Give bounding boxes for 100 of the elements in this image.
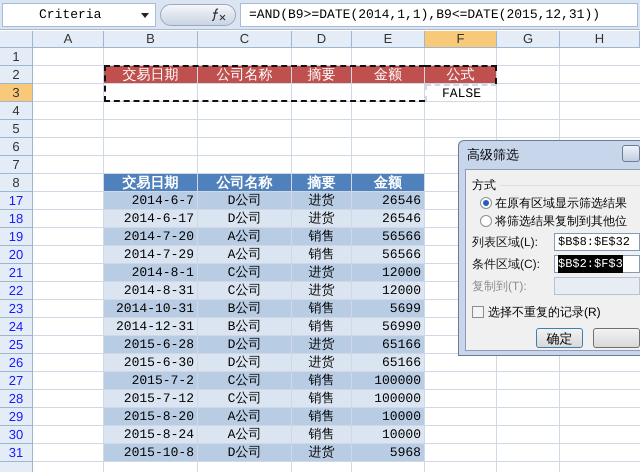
row-header[interactable]: 5 <box>0 120 33 138</box>
table-cell: D公司 <box>198 444 292 462</box>
table-cell: 销售 <box>292 300 352 318</box>
row-header[interactable]: 22 <box>0 282 33 300</box>
table-cell: A公司 <box>198 246 292 264</box>
table-cell: 100000 <box>352 390 425 408</box>
table-cell: 100000 <box>352 372 425 390</box>
column-header[interactable]: A <box>33 31 104 48</box>
group-label: 方式 <box>472 177 496 194</box>
field-label: 条件区域(C): <box>472 256 541 272</box>
table-cell: 2015-10-8 <box>104 444 198 462</box>
column-header[interactable]: F <box>425 31 497 48</box>
table-header-cell: 摘要 <box>292 66 352 84</box>
table-cell: 56566 <box>352 228 425 246</box>
table-cell: A公司 <box>198 228 292 246</box>
row-header[interactable]: 3 <box>0 84 33 102</box>
field-label: 复制到(T): <box>472 278 528 294</box>
row-header[interactable]: 8 <box>0 174 33 192</box>
row-header[interactable]: 28 <box>0 390 33 408</box>
input-field[interactable]: $B$8:$E$32 <box>554 232 640 250</box>
table-cell: 进货 <box>292 192 352 210</box>
table-cell: A公司 <box>198 426 292 444</box>
radio-button[interactable] <box>480 197 492 209</box>
table-cell: 2015-8-20 <box>104 408 198 426</box>
dialog-button[interactable] <box>593 328 640 348</box>
table-cell: 销售 <box>292 390 352 408</box>
row-header[interactable]: 23 <box>0 300 33 318</box>
radio-button[interactable] <box>480 215 492 227</box>
table-cell: 2014-7-29 <box>104 246 198 264</box>
row-header[interactable]: 30 <box>0 426 33 444</box>
row-header[interactable]: 21 <box>0 264 33 282</box>
row-header[interactable]: 7 <box>0 156 33 174</box>
row-header[interactable]: 2 <box>0 66 33 84</box>
column-header[interactable]: E <box>352 31 425 48</box>
table-cell: 销售 <box>292 372 352 390</box>
table-cell: D公司 <box>198 336 292 354</box>
row-header[interactable]: 6 <box>0 138 33 156</box>
table-cell: 进货 <box>292 210 352 228</box>
column-header[interactable]: H <box>560 31 640 48</box>
table-header-cell: 金额 <box>352 174 425 192</box>
table-cell: 2015-7-12 <box>104 390 198 408</box>
table-cell: 26546 <box>352 192 425 210</box>
row-header[interactable]: 29 <box>0 408 33 426</box>
table-cell: C公司 <box>198 372 292 390</box>
row-header[interactable]: 4 <box>0 102 33 120</box>
row-header[interactable]: 25 <box>0 336 33 354</box>
table-cell: 进货 <box>292 336 352 354</box>
table-cell: 5699 <box>352 300 425 318</box>
table-cell: 销售 <box>292 318 352 336</box>
row-header[interactable]: 26 <box>0 354 33 372</box>
dropdown-icon <box>141 12 149 18</box>
column-header[interactable]: G <box>497 31 560 48</box>
table-cell: 5968 <box>352 444 425 462</box>
table-cell: 销售 <box>292 228 352 246</box>
table-cell: 2015-6-30 <box>104 354 198 372</box>
table-cell: D公司 <box>198 192 292 210</box>
row-header[interactable]: 18 <box>0 210 33 228</box>
row-header[interactable]: 17 <box>0 192 33 210</box>
radio-label: 在原有区域显示筛选结果 <box>495 195 627 212</box>
table-cell: 2015-6-28 <box>104 336 198 354</box>
input-field[interactable]: $B$2:$F$3 <box>554 254 640 272</box>
radio-label: 将筛选结果复制到其他位 <box>495 213 627 230</box>
table-header-cell: 交易日期 <box>104 174 198 192</box>
table-cell: C公司 <box>198 264 292 282</box>
ok-button[interactable]: 确定 <box>536 328 583 348</box>
checkbox-label: 选择不重复的记录(R) <box>488 304 601 321</box>
table-cell: 2014-8-1 <box>104 264 198 282</box>
table-cell: D公司 <box>198 210 292 228</box>
table-cell: C公司 <box>198 282 292 300</box>
function-icon <box>211 8 227 21</box>
table-cell: 12000 <box>352 282 425 300</box>
table-cell: A公司 <box>198 408 292 426</box>
column-header[interactable]: C <box>198 31 292 48</box>
table-cell: 65166 <box>352 354 425 372</box>
table-cell: 进货 <box>292 354 352 372</box>
function-button[interactable] <box>160 4 236 26</box>
table-cell: 65166 <box>352 336 425 354</box>
table-cell: 销售 <box>292 426 352 444</box>
row-header[interactable]: 31 <box>0 444 33 462</box>
table-cell: C公司 <box>198 390 292 408</box>
table-cell: B公司 <box>198 300 292 318</box>
table-cell: 进货 <box>292 282 352 300</box>
row-header[interactable]: 27 <box>0 372 33 390</box>
table-cell: 26546 <box>352 210 425 228</box>
checkbox[interactable] <box>472 306 484 318</box>
table-cell: B公司 <box>198 318 292 336</box>
row-header[interactable]: 24 <box>0 318 33 336</box>
table-cell: 2014-7-20 <box>104 228 198 246</box>
field-label: 列表区域(L): <box>472 234 539 250</box>
formula-bar[interactable]: =AND(B9>=DATE(2014,1,1),B9<=DATE(2015,12,31)) <box>240 2 638 26</box>
table-cell: 10000 <box>352 426 425 444</box>
column-header[interactable]: D <box>292 31 352 48</box>
column-header[interactable]: B <box>104 31 198 48</box>
name-box[interactable]: Criteria <box>2 2 156 26</box>
row-header[interactable]: 19 <box>0 228 33 246</box>
row-header[interactable]: 20 <box>0 246 33 264</box>
help-button[interactable] <box>622 145 640 162</box>
formula-cell[interactable]: FALSE <box>425 84 497 102</box>
name-box-text: Criteria <box>39 6 102 24</box>
row-header[interactable]: 1 <box>0 48 33 66</box>
